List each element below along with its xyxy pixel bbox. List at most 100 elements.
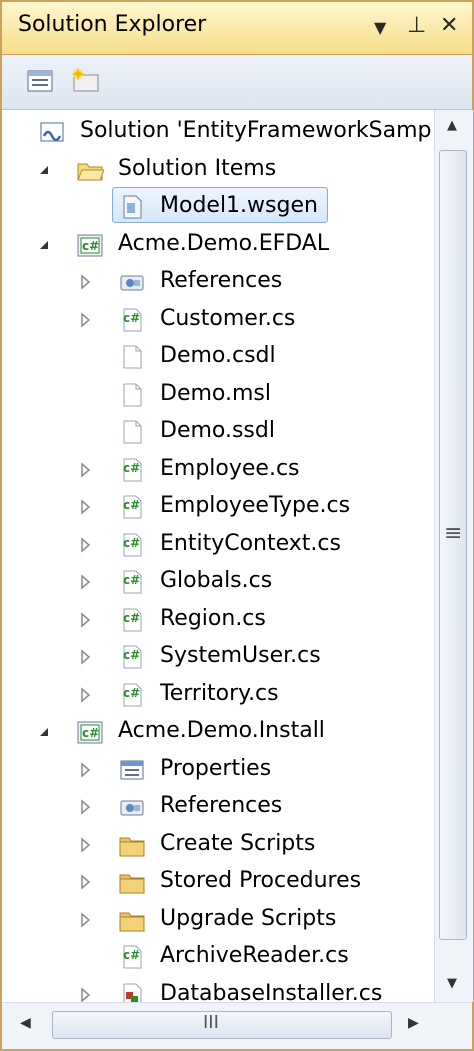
collapsed-arrow-icon[interactable] <box>78 311 94 328</box>
tree-item[interactable]: c# Territory.cs <box>2 677 434 713</box>
collapsed-arrow-icon[interactable] <box>78 799 94 815</box>
tree-item-label: Model1.wsgen <box>160 193 318 218</box>
collapsed-arrow-icon[interactable] <box>78 536 94 553</box>
document-icon <box>123 383 142 406</box>
csharp-file-icon: c# <box>123 683 142 706</box>
collapsed-arrow-icon[interactable] <box>78 874 94 890</box>
horizontal-scrollbar[interactable]: ◀ III ▶ <box>2 1002 472 1049</box>
new-folder-icon[interactable] <box>70 67 102 95</box>
tree-item[interactable]: References <box>2 789 434 825</box>
tree-item[interactable]: Create Scripts <box>2 827 434 863</box>
dropdown-button[interactable]: ▼ <box>374 18 386 37</box>
collapsed-arrow-icon[interactable] <box>78 274 94 290</box>
tree-item-label: Territory.cs <box>160 680 279 706</box>
svg-text:c#: c# <box>123 311 140 325</box>
tree-item[interactable]: Solution 'EntityFrameworkSamp <box>2 114 434 150</box>
tree-item[interactable]: Demo.csdl <box>2 339 434 375</box>
tree-item-label: Acme.Demo.EFDAL <box>118 230 330 256</box>
close-button[interactable]: ✕ <box>440 13 458 38</box>
tree-item-label: Stored Procedures <box>160 868 362 893</box>
tree-item[interactable]: c# EmployeeType.cs <box>2 489 434 525</box>
csharp-file-icon: c# <box>123 608 142 631</box>
expanded-arrow-icon[interactable] <box>36 237 52 253</box>
references-icon <box>120 275 144 291</box>
collapsed-arrow-icon[interactable] <box>78 986 94 1003</box>
vertical-scrollbar[interactable]: ▲ ≡ ▼ <box>434 110 473 1002</box>
solution-icon <box>40 122 64 142</box>
scroll-up-button[interactable]: ▲ <box>447 118 457 133</box>
horizontal-scroll-thumb[interactable]: III <box>52 1011 392 1039</box>
csharp-file-icon: c# <box>123 533 142 556</box>
tree-item[interactable]: c# Globals.cs <box>2 564 434 600</box>
pin-button[interactable]: ⊥ <box>407 13 426 38</box>
collapsed-arrow-icon[interactable] <box>78 461 94 478</box>
tree-item[interactable]: c# Customer.cs <box>2 302 434 338</box>
toolbar <box>2 55 472 110</box>
tree-item-label: Globals.cs <box>160 568 273 593</box>
tree-item-label: ArchiveReader.cs <box>160 943 349 968</box>
svg-text:c#: c# <box>123 536 140 550</box>
folder-icon <box>119 874 145 894</box>
svg-text:c#: c# <box>82 726 99 740</box>
tree-item-label: Demo.csdl <box>160 343 276 368</box>
tree-item-label: Employee.cs <box>160 455 300 481</box>
tree-item-label: Acme.Demo.Install <box>118 718 325 743</box>
grip-icon: ≡ <box>444 521 463 546</box>
tree-item[interactable]: c# Employee.cs <box>2 452 434 488</box>
svg-text:c#: c# <box>123 611 140 625</box>
svg-text:c#: c# <box>123 648 140 662</box>
tree-item[interactable]: DatabaseInstaller.cs <box>2 977 434 1003</box>
tree-item[interactable]: c# ArchiveReader.cs <box>2 939 434 975</box>
tree-item[interactable]: Model1.wsgen <box>2 187 434 225</box>
collapsed-arrow-icon[interactable] <box>78 574 94 590</box>
tree-item-label: Demo.msl <box>160 380 271 406</box>
tree-item[interactable]: c# Region.cs <box>2 602 434 638</box>
title-bar: Solution Explorer ▼ ⊥ ✕ <box>2 2 472 55</box>
tree-item[interactable]: c# Acme.Demo.Install <box>2 714 434 750</box>
csharp-project-icon: c# <box>77 234 103 256</box>
csharp-file-icon: c# <box>123 495 142 519</box>
properties-icon[interactable] <box>26 67 58 95</box>
collapsed-arrow-icon[interactable] <box>78 686 94 703</box>
tree-item[interactable]: c# SystemUser.cs <box>2 639 434 675</box>
document-icon <box>123 345 142 369</box>
vertical-scroll-thumb[interactable]: ≡ <box>439 150 467 940</box>
tree-item-label: References <box>160 793 283 818</box>
scroll-down-button[interactable]: ▼ <box>447 976 457 991</box>
tree-item[interactable]: Properties <box>2 752 434 788</box>
grip-icon: III <box>203 1012 219 1033</box>
collapsed-arrow-icon[interactable] <box>78 761 94 778</box>
expanded-arrow-icon[interactable] <box>36 724 52 740</box>
tree-item-label: Solution Items <box>118 155 277 181</box>
expanded-arrow-icon[interactable] <box>36 162 52 178</box>
tree-item-label: Region.cs <box>160 605 266 631</box>
collapsed-arrow-icon[interactable] <box>78 499 94 515</box>
tree-item-label: Solution 'EntityFrameworkSamp <box>80 118 432 143</box>
svg-text:c#: c# <box>123 461 140 475</box>
csharp-file-icon: c# <box>123 945 142 969</box>
scroll-left-button[interactable]: ◀ <box>20 1015 31 1031</box>
collapsed-arrow-icon[interactable] <box>78 611 94 628</box>
tree-item[interactable]: c# Acme.Demo.EFDAL <box>2 227 434 263</box>
tree-item[interactable]: Demo.msl <box>2 377 434 413</box>
properties-icon <box>120 760 144 779</box>
tree-item-label: Properties <box>160 755 272 781</box>
window-title: Solution Explorer <box>18 12 207 37</box>
folder-open-icon <box>77 163 104 180</box>
tree-item[interactable]: Upgrade Scripts <box>2 902 434 938</box>
csharp-project-icon: c# <box>77 721 103 744</box>
references-icon <box>120 800 144 816</box>
csharp-file-icon: c# <box>123 308 142 331</box>
scroll-right-button[interactable]: ▶ <box>408 1015 419 1031</box>
tree-item[interactable]: Solution Items <box>2 152 434 188</box>
tree-item[interactable]: Stored Procedures <box>2 864 434 900</box>
tree-item[interactable]: Demo.ssdl <box>2 414 434 450</box>
tree-item[interactable]: References <box>2 264 434 300</box>
tree-item[interactable]: c# EntityContext.cs <box>2 527 434 563</box>
collapsed-arrow-icon[interactable] <box>78 649 94 665</box>
collapsed-arrow-icon[interactable] <box>78 836 94 853</box>
tree-item-label: Demo.ssdl <box>160 418 275 443</box>
collapsed-arrow-icon[interactable] <box>78 911 94 928</box>
tree-item-label: EntityContext.cs <box>160 530 341 556</box>
file-icon <box>123 195 142 219</box>
